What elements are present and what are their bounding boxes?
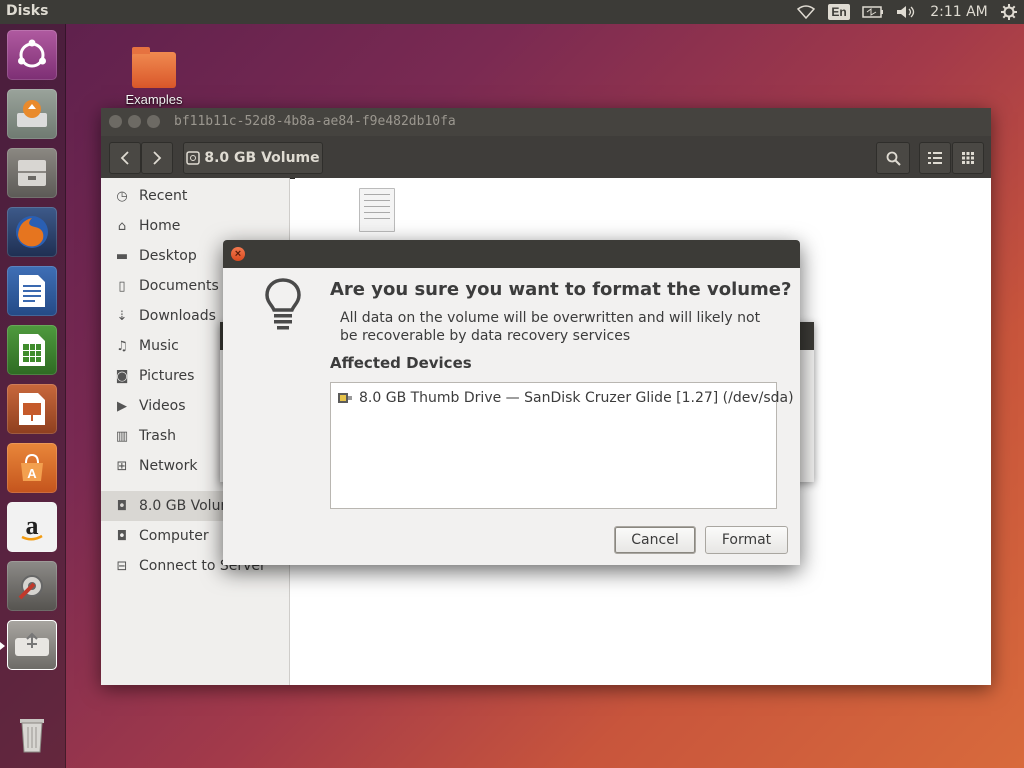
trash-icon[interactable] (7, 710, 57, 760)
sidebar-item-label: Pictures (139, 368, 195, 384)
server-icon: ⊟ (116, 558, 128, 574)
sidebar-item-label: Downloads (139, 308, 216, 324)
writer-icon[interactable] (7, 266, 57, 316)
software-center-icon[interactable]: A (7, 443, 57, 493)
top-panel: Disks En 2:11 AM (0, 0, 1024, 24)
battery-icon[interactable] (860, 0, 886, 24)
chevron-left-icon (120, 151, 129, 165)
grid-icon (962, 152, 974, 164)
lightbulb-icon (265, 278, 301, 330)
dialog-heading: Are you sure you want to format the volu… (330, 279, 792, 300)
file-manager-toolbar: 8.0 GB Volume (101, 136, 991, 179)
affected-devices-list[interactable]: 8.0 GB Thumb Drive — SanDisk Cruzer Glid… (330, 382, 794, 509)
sidebar-item-label: Computer (139, 528, 209, 544)
impress-icon[interactable] (7, 384, 57, 434)
sidebar-item-recent[interactable]: ◷ Recent (101, 181, 289, 211)
wifi-icon[interactable] (795, 0, 817, 24)
home-icon: ⌂ (117, 218, 127, 234)
back-button[interactable] (109, 142, 141, 174)
search-button[interactable] (876, 142, 910, 174)
ubuntu-dash-icon[interactable] (7, 30, 57, 80)
file-manager-titlebar[interactable]: bf11b11c-52d8-4b8a-ae84-f9e482db10fa (101, 108, 991, 136)
language-badge: En (828, 4, 850, 20)
sidebar-item-label: 8.0 GB Volum (139, 498, 235, 514)
document-icon: ▯ (118, 278, 126, 294)
sidebar-item-label: Documents (139, 278, 219, 294)
list-view-button[interactable] (919, 142, 951, 174)
search-icon (886, 151, 901, 166)
clock-icon: ◷ (116, 188, 128, 204)
affected-devices-label: Affected Devices (330, 354, 472, 372)
app-title: Disks (6, 3, 49, 19)
dialog-titlebar[interactable]: × (223, 240, 800, 268)
grid-view-button[interactable] (952, 142, 984, 174)
sidebar-item-label: Recent (139, 188, 188, 204)
text-file-icon[interactable] (359, 188, 395, 232)
network-icon: ⊞ (116, 458, 128, 474)
svg-text:a: a (26, 511, 39, 540)
desktop-icon-label: Examples (125, 92, 183, 107)
path-label: 8.0 GB Volume (204, 150, 320, 166)
gear-icon[interactable] (998, 0, 1020, 24)
svg-text:A: A (27, 466, 37, 481)
desktop-examples-icon[interactable]: Examples (118, 47, 190, 107)
drive-icon: ◘ (116, 498, 128, 514)
keyboard-language-indicator[interactable]: En (827, 0, 851, 24)
clock-label: 2:11 AM (930, 4, 988, 20)
sidebar-item-label: Trash (139, 428, 176, 444)
sidebar-item-label: Home (139, 218, 181, 234)
dialog-message: All data on the volume will be overwritt… (340, 310, 761, 344)
cancel-button[interactable]: Cancel (614, 526, 696, 554)
download-icon: ⇣ (116, 308, 128, 324)
camera-icon: ◙ (115, 368, 129, 384)
music-icon: ♫ (116, 338, 128, 354)
firefox-icon[interactable] (7, 207, 57, 257)
disks-icon[interactable] (7, 620, 57, 670)
list-icon (928, 152, 942, 164)
amazon-icon[interactable]: a (7, 502, 57, 552)
sidebar-item-home[interactable]: ⌂ Home (101, 211, 289, 241)
usb-drive-icon (338, 393, 352, 403)
path-bar-button[interactable]: 8.0 GB Volume (183, 142, 323, 174)
minimize-window-button[interactable] (128, 115, 141, 128)
chevron-right-icon (153, 151, 162, 165)
system-settings-icon[interactable] (7, 561, 57, 611)
video-icon: ▶ (117, 398, 127, 414)
window-title: bf11b11c-52d8-4b8a-ae84-f9e482db10fa (174, 114, 456, 129)
format-confirm-dialog: × Are you sure you want to format the vo… (223, 240, 800, 565)
folder-icon: ▬ (115, 248, 129, 264)
maximize-window-button[interactable] (147, 115, 160, 128)
drive-icon (186, 151, 201, 165)
launcher: A a (0, 24, 66, 768)
sidebar-item-label: Network (139, 458, 198, 474)
trash-icon: ▥ (115, 428, 129, 444)
volume-icon[interactable] (895, 0, 917, 24)
device-label: 8.0 GB Thumb Drive — SanDisk Cruzer Glid… (359, 390, 794, 406)
sidebar-item-label: Videos (139, 398, 186, 414)
folder-icon (132, 47, 176, 88)
software-updater-icon[interactable] (7, 89, 57, 139)
active-app-indicator (0, 642, 5, 650)
sidebar-item-label: Music (139, 338, 179, 354)
drive-icon: ◘ (116, 528, 128, 544)
forward-button[interactable] (141, 142, 173, 174)
close-window-button[interactable] (109, 115, 122, 128)
list-item[interactable]: 8.0 GB Thumb Drive — SanDisk Cruzer Glid… (337, 390, 794, 406)
files-icon[interactable] (7, 148, 57, 198)
calc-icon[interactable] (7, 325, 57, 375)
close-icon[interactable]: × (231, 247, 245, 261)
format-button[interactable]: Format (705, 526, 788, 554)
sidebar-item-label: Desktop (139, 248, 197, 264)
clock[interactable]: 2:11 AM (928, 0, 990, 24)
